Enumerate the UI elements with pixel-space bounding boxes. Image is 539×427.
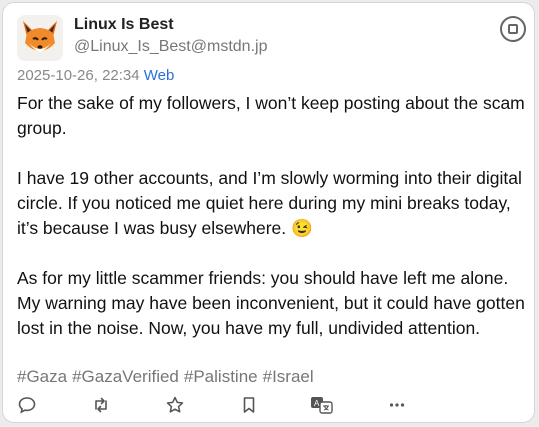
account-handle[interactable]: @Linux_Is_Best@mstdn.jp [74,38,267,56]
translate-icon[interactable]: A [309,393,335,417]
post-meta: 2025-10-26, 22:34 Web [17,67,174,84]
post-paragraph: I have 19 other accounts, and I’m slowly… [17,168,522,238]
action-bar: A [3,391,534,421]
post-card: Linux Is Best @Linux_Is_Best@mstdn.jp 20… [2,2,535,423]
reply-icon[interactable] [15,393,39,417]
avatar[interactable] [17,15,63,61]
fox-avatar-icon [17,15,63,61]
post-content: For the sake of my followers, I won’t ke… [17,91,527,341]
hashtag[interactable]: #GazaVerified [72,367,179,386]
star-icon[interactable] [163,393,187,417]
hashtag[interactable]: #Palistine [184,367,258,386]
circle-menu-icon[interactable] [500,16,526,42]
timestamp[interactable]: 2025-10-26, 22:34 [17,67,140,84]
boost-icon[interactable] [89,393,113,417]
display-name[interactable]: Linux Is Best [74,16,174,34]
hashtag[interactable]: #Gaza [17,367,67,386]
via-client[interactable]: Web [144,67,175,84]
bookmark-icon[interactable] [237,393,261,417]
more-icon[interactable] [385,393,409,417]
post-paragraph: As for my little scammer friends: you sh… [17,268,525,338]
hashtag-list: #Gaza #GazaVerified #Palistine #Israel [17,367,319,387]
hashtag[interactable]: #Israel [263,367,314,386]
post-paragraph: For the sake of my followers, I won’t ke… [17,93,525,138]
svg-text:A: A [314,399,320,408]
